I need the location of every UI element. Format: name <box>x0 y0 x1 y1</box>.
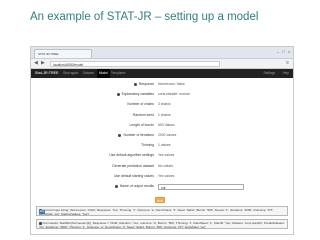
browser-window: STAT-JR TREE – □ × ◀ ▶ localhost:8080/mo… <box>30 46 294 235</box>
form-row-value: 1 values <box>158 143 171 148</box>
form-row-label: Number of iterations <box>123 133 154 137</box>
form-row: Length of burnin 500 Values <box>31 122 293 129</box>
info-icon[interactable] <box>118 134 122 137</box>
form-row-value: 2000 values <box>158 133 177 137</box>
form-row-label: Response <box>138 82 154 86</box>
form-row-label: Number of chains <box>127 102 154 107</box>
form-row-value: Yes values <box>158 153 175 158</box>
slide-title: An example of STAT-JR – setting up a mod… <box>30 11 259 23</box>
back-icon[interactable]: ◀ <box>34 59 38 68</box>
info-icon[interactable] <box>116 93 120 97</box>
input-string-box: Current Input string: {Normexam: 'Child'… <box>36 206 288 216</box>
form-row-value: Yes values <box>158 173 175 178</box>
address-bar: ◀ ▶ localhost:8080/model ≡ <box>31 59 293 69</box>
commands-text: Commands: StatJRor(Normexam[1]), Respons… <box>39 221 285 229</box>
form-row-label: Random seed <box>132 112 154 117</box>
browser-menu-icon[interactable]: ≡ <box>286 59 289 68</box>
nav-settings[interactable]: Settings <box>263 69 275 78</box>
form-row: Random seed 1 chains <box>31 112 293 119</box>
url-field[interactable]: localhost:8080/model <box>50 60 220 67</box>
model-form: Response Normexam: Value Explanatory varia… <box>31 78 293 234</box>
form-row-label: Generate prediction dataset <box>112 163 154 168</box>
nav-start-again[interactable]: Start again <box>63 69 78 78</box>
form-row-label: Length of burnin <box>129 122 154 127</box>
browser-tab[interactable]: STAT-JR TREE <box>34 49 92 58</box>
form-row: Response Normexam: Value <box>31 81 293 88</box>
app-navbar: Stat-JR:TREE Start again Dataset Model T… <box>31 69 293 78</box>
form-row: Generate prediction dataset No values <box>31 163 293 170</box>
form-row-value: 1 chains <box>158 112 171 117</box>
forward-icon[interactable]: ▶ <box>41 59 45 68</box>
info-icon[interactable] <box>133 83 137 86</box>
nav-templates[interactable]: Templates <box>111 69 126 78</box>
form-row-value: No values <box>158 163 174 168</box>
form-row: Explanatory variables cons,standlrt: norm… <box>31 91 293 98</box>
browser-tab-strip: STAT-JR TREE – □ × <box>31 47 293 59</box>
form-row: Name of output results out <box>31 183 293 190</box>
form-row: Use default algorithm settings Yes values <box>31 152 293 159</box>
form-row: Use default starting values Yes values <box>31 173 293 180</box>
commands-box: Commands: StatJRor(Normexam[1]), Respons… <box>36 219 288 229</box>
info-icon[interactable] <box>114 185 118 188</box>
nav-model[interactable]: Model <box>97 69 110 78</box>
slide: An example of STAT-JR – setting up a mod… <box>0 0 320 240</box>
next-button[interactable]: Next <box>155 197 165 203</box>
form-row: Thinning 1 values <box>31 142 293 149</box>
form-row-value: 3 chains <box>158 102 171 107</box>
run-button[interactable]: Run <box>39 210 45 214</box>
output-name-input[interactable]: out <box>158 183 244 190</box>
nav-dataset[interactable]: Dataset <box>83 69 94 78</box>
form-row: Number of chains 3 chains <box>31 101 293 108</box>
nav-help[interactable]: Help <box>282 69 289 78</box>
form-row-value: cons,standlrt: normal <box>158 92 190 97</box>
form-row: Number of iterations 2000 values <box>31 132 293 139</box>
input-string-text: Current Input string: {Normexam: 'Child'… <box>39 208 274 216</box>
form-row-value: 500 Values <box>158 122 175 127</box>
form-row-value: Normexam: Value <box>158 82 185 86</box>
form-row-label: Use default algorithm settings <box>109 153 154 158</box>
form-row-label: Name of output results <box>119 184 154 188</box>
form-row-label: Thinning <box>140 143 154 148</box>
window-controls[interactable]: – □ × <box>277 49 291 54</box>
form-row-label: Explanatory variables <box>121 92 154 97</box>
form-row-label: Use default starting values <box>114 173 154 178</box>
app-brand[interactable]: Stat-JR:TREE <box>35 69 58 78</box>
info-icon <box>39 222 42 225</box>
